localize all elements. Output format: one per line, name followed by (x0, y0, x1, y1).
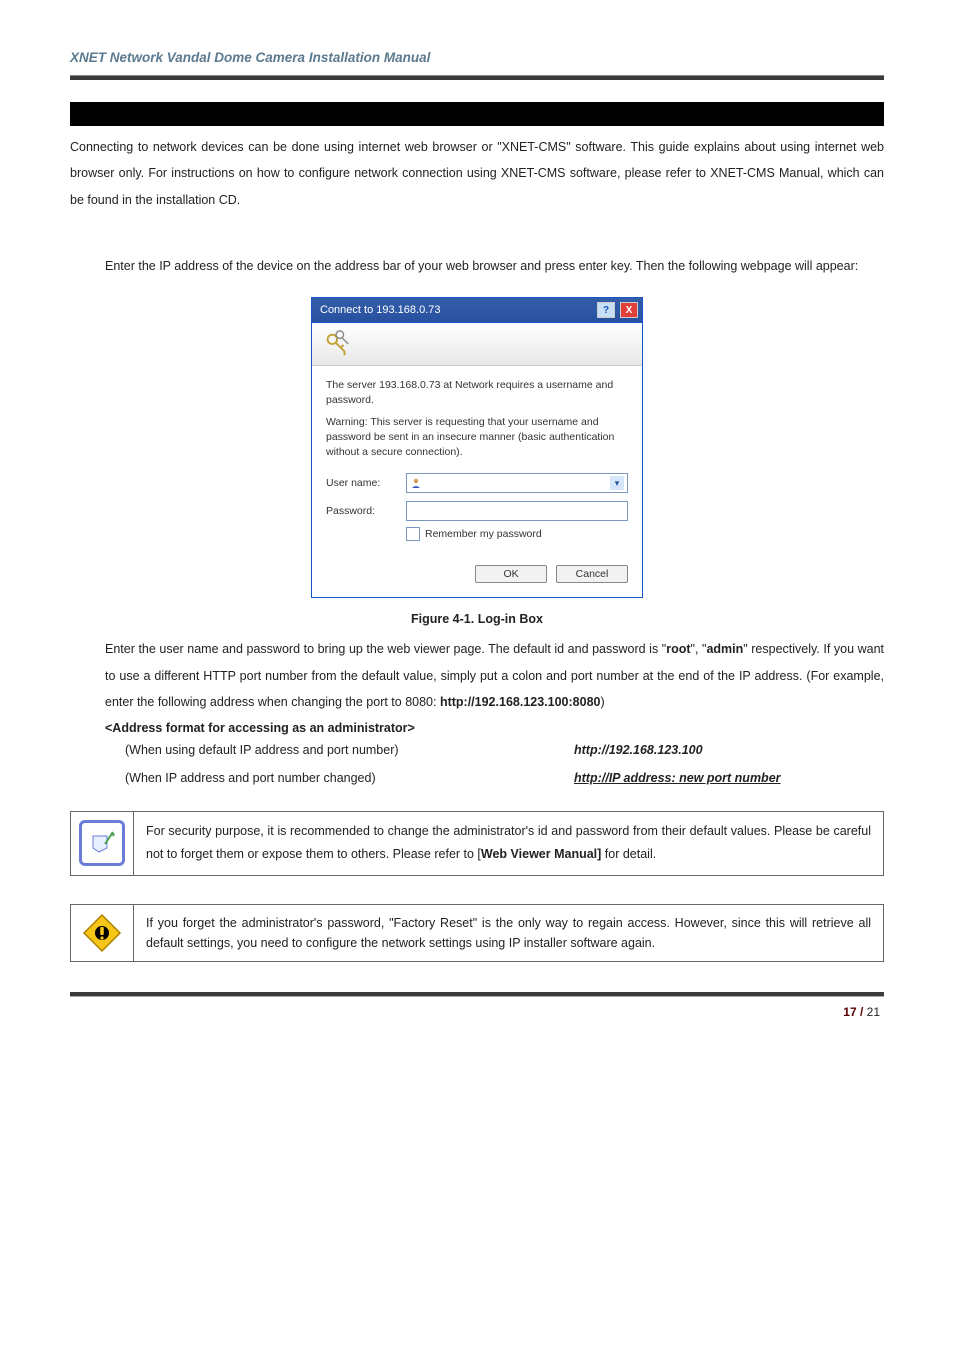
dialog-msg-2: Warning: This server is requesting that … (326, 415, 628, 459)
username-row: User name: ▾ (326, 473, 628, 493)
info-icon-cell (71, 812, 134, 876)
username-input[interactable]: ▾ (406, 473, 628, 493)
section-instruction: Enter the IP address of the device on th… (70, 253, 884, 279)
titlebar-buttons-group: ? X (595, 302, 638, 318)
header-rule (70, 75, 884, 80)
info-callout-text: For security purpose, it is recommended … (134, 812, 883, 876)
login-dialog: Connect to 193.168.0.73 ? X The se (311, 297, 643, 598)
after-figure-paragraph: Enter the user name and password to brin… (70, 636, 884, 715)
info-callout: For security purpose, it is recommended … (70, 811, 884, 877)
remember-checkbox[interactable] (406, 527, 420, 541)
addr-row2-cond: (When IP address and port number changed… (125, 767, 574, 791)
addr-row2-url: http://IP address: new port number (574, 767, 884, 791)
warning-callout: If you forget the administrator's passwo… (70, 904, 884, 962)
page-header-title: XNET Network Vandal Dome Camera Installa… (70, 50, 884, 71)
warning-icon-cell (71, 905, 134, 961)
addr-row-2: (When IP address and port number changed… (125, 767, 884, 791)
remember-label: Remember my password (425, 528, 542, 540)
cancel-button[interactable]: Cancel (556, 565, 628, 583)
warning-callout-text: If you forget the administrator's passwo… (134, 905, 883, 961)
dialog-msg-1: The server 193.168.0.73 at Network requi… (326, 378, 628, 407)
figure-caption: Figure 4-1. Log-in Box (70, 612, 884, 626)
help-button[interactable]: ? (597, 302, 615, 318)
chevron-down-icon[interactable]: ▾ (610, 476, 624, 490)
warning-icon (82, 913, 122, 953)
page-number: 17 / 21 (70, 1005, 884, 1019)
addr-row1-url: http://192.168.123.100 (574, 739, 884, 763)
dialog-button-row: OK Cancel (326, 565, 628, 583)
username-label: User name: (326, 477, 406, 489)
remember-row[interactable]: Remember my password (406, 527, 628, 541)
password-row: Password: (326, 501, 628, 521)
close-button[interactable]: X (620, 302, 638, 318)
dialog-title: Connect to 193.168.0.73 (320, 304, 440, 316)
addr-row-1: (When using default IP address and port … (125, 739, 884, 763)
dialog-body: The server 193.168.0.73 at Network requi… (312, 366, 642, 597)
note-icon (79, 820, 125, 866)
password-label: Password: (326, 505, 406, 517)
password-input[interactable] (406, 501, 628, 521)
dialog-titlebar: Connect to 193.168.0.73 ? X (312, 298, 642, 323)
addr-formats: (When using default IP address and port … (70, 739, 884, 791)
dialog-icon-row (312, 323, 642, 366)
person-icon (410, 477, 422, 489)
ok-button[interactable]: OK (475, 565, 547, 583)
intro-paragraph: Connecting to network devices can be don… (70, 134, 884, 213)
footer-rule (70, 992, 884, 997)
addr-format-header: <Address format for accessing as an admi… (70, 721, 884, 735)
addr-row1-cond: (When using default IP address and port … (125, 739, 574, 763)
section-black-bar (70, 102, 884, 126)
keys-icon (322, 329, 352, 359)
